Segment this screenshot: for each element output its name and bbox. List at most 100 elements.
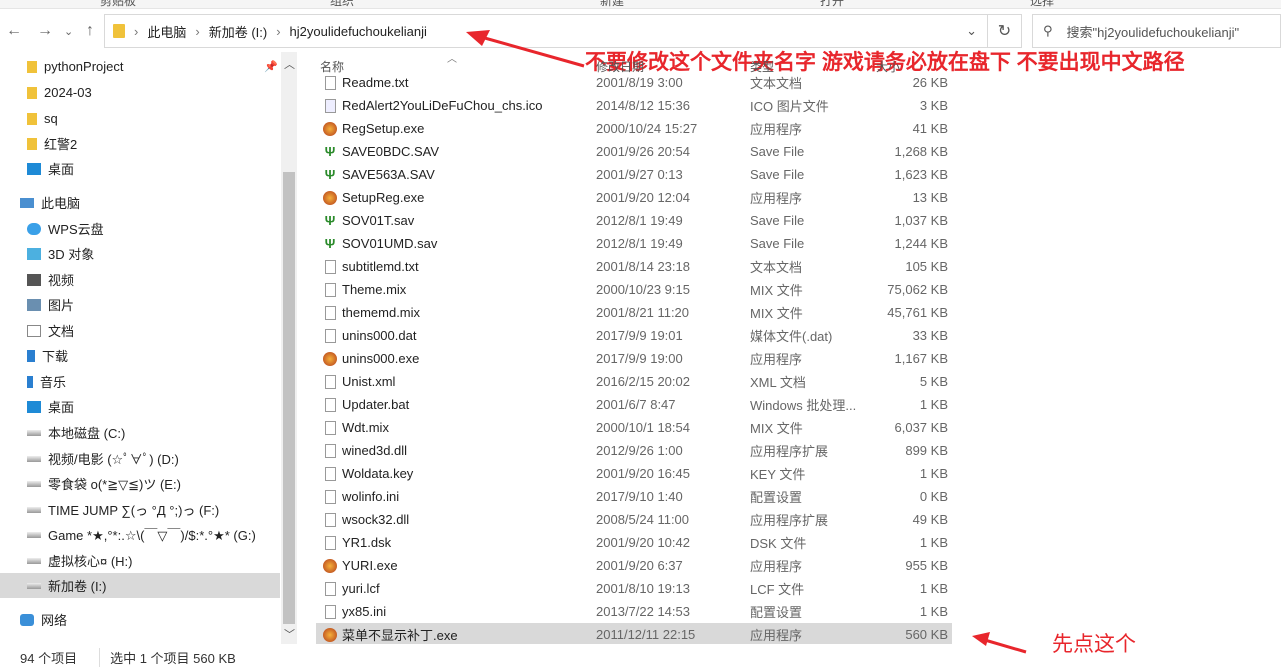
search-input[interactable]: ⚲ 搜索"hj2youlidefuchoukelianji" <box>1032 14 1281 48</box>
file-icon <box>322 282 338 298</box>
ribbon-group-label: 打开 <box>820 0 845 8</box>
file-icon <box>322 328 338 344</box>
file-name: yx85.ini <box>342 604 387 619</box>
file-row[interactable]: wsock32.dll 2008/5/24 11:00 应用程序扩展 49 KB <box>316 508 952 531</box>
file-row[interactable]: yx85.ini 2013/7/22 14:53 配置设置 1 KB <box>316 600 952 623</box>
file-type: Save File <box>750 236 805 251</box>
file-date: 2001/6/7 8:47 <box>596 397 676 412</box>
file-date: 2000/10/23 9:15 <box>596 282 690 297</box>
file-date: 2000/10/1 18:54 <box>596 420 690 435</box>
file-size: 75,062 KB <box>887 282 948 297</box>
file-date: 2017/9/9 19:00 <box>596 351 683 366</box>
file-size: 899 KB <box>905 443 948 458</box>
file-row[interactable]: Ψ SAVE0BDC.SAV 2001/9/26 20:54 Save File 1,2… <box>316 140 952 163</box>
ribbon-group-label: 组织 <box>330 0 355 8</box>
file-icon <box>322 604 338 620</box>
file-date: 2012/9/26 1:00 <box>596 443 683 458</box>
file-size: 13 KB <box>912 190 948 205</box>
save-file-icon: Ψ <box>324 167 336 182</box>
file-type: 应用程序 <box>750 352 803 367</box>
file-date: 2000/10/24 15:27 <box>596 121 698 136</box>
file-row[interactable]: Ψ SAVE563A.SAV 2001/9/27 0:13 Save File 1,62… <box>316 163 952 186</box>
file-list: Readme.txt 2001/8/19 3:00 文本文档 26 KB RedAler… <box>0 72 960 644</box>
file-row[interactable]: Ψ SOV01UMD.sav 2012/8/1 19:49 Save File 1,24… <box>316 232 952 255</box>
chevron-right-icon: › <box>195 23 200 39</box>
forward-button[interactable]: → <box>37 16 53 46</box>
folder-icon <box>113 24 125 38</box>
file-row[interactable]: YR1.dsk 2001/9/20 10:42 DSK 文件 1 KB <box>316 531 952 554</box>
file-name: Updater.bat <box>342 397 410 412</box>
file-icon <box>322 581 338 597</box>
breadcrumb-drive[interactable]: 新加卷 (I:) <box>209 22 268 41</box>
recent-dropdown[interactable]: ⌄ <box>64 16 73 46</box>
file-name: SOV01T.sav <box>342 213 415 228</box>
ribbon-group-label: 剪贴板 <box>100 0 137 8</box>
file-row[interactable]: unins000.exe 2017/9/9 19:00 应用程序 1,167 KB <box>316 347 952 370</box>
file-date: 2012/8/1 19:49 <box>596 213 683 228</box>
file-type: 应用程序扩展 <box>750 513 829 528</box>
file-size: 105 KB <box>905 259 948 274</box>
exe-icon <box>322 121 338 137</box>
file-name: RedAlert2YouLiDeFuChou_chs.ico <box>342 98 543 113</box>
file-type: MIX 文件 <box>750 421 803 436</box>
file-row[interactable]: Wdt.mix 2000/10/1 18:54 MIX 文件 6,037 KB <box>316 416 952 439</box>
file-row[interactable]: Readme.txt 2001/8/19 3:00 文本文档 26 KB <box>316 72 952 94</box>
file-type: DSK 文件 <box>750 536 807 551</box>
file-row[interactable]: Ψ SOV01T.sav 2012/8/1 19:49 Save File 1,037 … <box>316 209 952 232</box>
file-name: Theme.mix <box>342 282 407 297</box>
file-row[interactable]: 菜单不显示补丁.exe 2011/12/11 22:15 应用程序 560 KB <box>316 623 952 644</box>
file-row[interactable]: Unist.xml 2016/2/15 20:02 XML 文档 5 KB <box>316 370 952 393</box>
file-type: 应用程序 <box>750 122 803 137</box>
file-row[interactable]: unins000.dat 2017/9/9 19:01 媒体文件(.dat) 33 K… <box>316 324 952 347</box>
refresh-button[interactable]: ↻ <box>988 14 1022 48</box>
file-date: 2001/9/20 6:37 <box>596 558 683 573</box>
breadcrumb-this-pc[interactable]: 此电脑 <box>147 22 186 41</box>
file-name: unins000.dat <box>342 328 417 343</box>
file-type: Save File <box>750 167 805 182</box>
file-row[interactable]: SetupReg.exe 2001/9/20 12:04 应用程序 13 KB <box>316 186 952 209</box>
file-row[interactable]: Updater.bat 2001/6/7 8:47 Windows 批处理... 1 … <box>316 393 952 416</box>
file-type: 应用程序 <box>750 559 803 574</box>
file-type: 应用程序扩展 <box>750 444 829 459</box>
file-size: 1,268 KB <box>894 144 949 159</box>
file-name: YURI.exe <box>342 558 398 573</box>
file-size: 26 KB <box>912 75 948 90</box>
file-date: 2012/8/1 19:49 <box>596 236 683 251</box>
scroll-up-icon[interactable]: ︿ <box>284 56 295 72</box>
up-button[interactable]: ↑ <box>86 16 94 46</box>
file-row[interactable]: wolinfo.ini 2017/9/10 1:40 配置设置 0 KB <box>316 485 952 508</box>
arrow-annotation-icon <box>972 632 1027 654</box>
back-button[interactable]: ← <box>6 16 22 46</box>
chevron-right-icon: › <box>134 23 139 39</box>
exe-icon <box>322 627 338 643</box>
file-date: 2017/9/9 19:01 <box>596 328 683 343</box>
breadcrumb-folder[interactable]: hj2youlidefuchoukelianji <box>290 24 427 39</box>
file-row[interactable]: Woldata.key 2001/9/20 16:45 KEY 文件 1 KB <box>316 462 952 485</box>
file-row[interactable]: RedAlert2YouLiDeFuChou_chs.ico 2014/8/12 … <box>316 94 952 117</box>
file-date: 2001/8/14 23:18 <box>596 259 690 274</box>
file-row[interactable]: thememd.mix 2001/8/21 11:20 MIX 文件 45,761 K… <box>316 301 952 324</box>
file-row[interactable]: RegSetup.exe 2000/10/24 15:27 应用程序 41 KB <box>316 117 952 140</box>
file-type: MIX 文件 <box>750 306 803 321</box>
file-date: 2001/8/10 19:13 <box>596 581 690 596</box>
file-name: subtitlemd.txt <box>342 259 419 274</box>
file-date: 2001/9/27 0:13 <box>596 167 683 182</box>
ribbon-group-label: 新建 <box>600 0 625 8</box>
file-type: 配置设置 <box>750 605 803 620</box>
status-bar: 94 个项目 选中 1 个项目 560 KB <box>20 648 236 667</box>
search-icon: ⚲ <box>1043 23 1053 38</box>
file-row[interactable]: YURI.exe 2001/9/20 6:37 应用程序 955 KB <box>316 554 952 577</box>
save-file-icon: Ψ <box>324 144 336 159</box>
chevron-down-icon[interactable]: ⌄ <box>966 23 977 39</box>
file-row[interactable]: wined3d.dll 2012/9/26 1:00 应用程序扩展 899 KB <box>316 439 952 462</box>
file-name: wolinfo.ini <box>342 489 400 504</box>
file-type: XML 文档 <box>750 375 806 390</box>
file-date: 2001/9/20 12:04 <box>596 190 690 205</box>
item-count: 94 个项目 <box>20 651 78 666</box>
file-row[interactable]: subtitlemd.txt 2001/8/14 23:18 文本文档 105 KB <box>316 255 952 278</box>
file-name: Unist.xml <box>342 374 396 389</box>
file-size: 1 KB <box>919 604 948 619</box>
file-row[interactable]: yuri.lcf 2001/8/10 19:13 LCF 文件 1 KB <box>316 577 952 600</box>
file-row[interactable]: Theme.mix 2000/10/23 9:15 MIX 文件 75,062 KB <box>316 278 952 301</box>
file-size: 33 KB <box>912 328 948 343</box>
